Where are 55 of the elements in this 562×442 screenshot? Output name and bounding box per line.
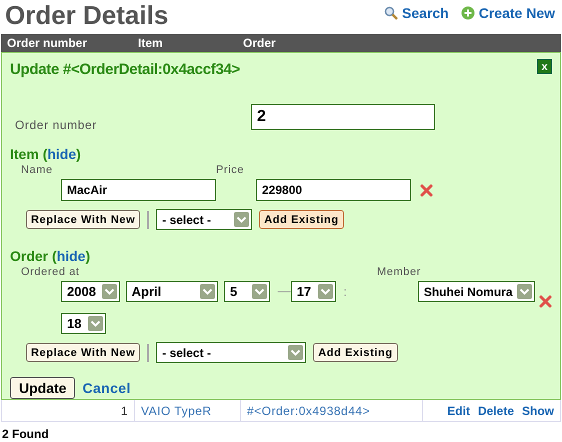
separator-dash: — [278,283,291,298]
action-link[interactable]: Show [522,404,554,418]
chevron-down-icon [200,284,215,299]
price-field[interactable]: 229800 [256,179,411,201]
column-header: Item [137,36,164,50]
chevron-down-icon [318,284,334,299]
name-field[interactable]: MacAir [61,179,216,201]
dropdown[interactable]: 5 [224,281,270,302]
replace-button[interactable]: Replace With New [26,210,140,229]
chevron-down-icon [88,316,103,331]
add-icon [460,6,475,20]
remove-icon[interactable] [539,295,552,308]
chevron-down-icon [252,284,267,299]
hide-link[interactable]: hide [47,146,76,162]
hide-link[interactable]: hide [56,248,86,264]
field-label: Ordered at [21,266,81,278]
item-link[interactable]: VAIO TypeR [135,400,241,421]
close-button[interactable]: x [537,59,552,74]
chevron-down-icon [102,284,117,299]
dropdown[interactable]: 17 [290,281,336,302]
field-label: Price [216,164,244,176]
add-existing-button[interactable]: Add Existing [259,210,344,229]
section-heading: Order (hide) [10,248,92,264]
create-link[interactable]: Create New [460,5,555,21]
result-count: 2 Found [2,427,50,441]
cancel-link[interactable]: Cancel [82,380,131,396]
update-button[interactable]: Update [10,377,76,399]
search-link[interactable]: Search [384,5,449,21]
field-label: Name [21,164,54,176]
action-link[interactable]: Delete [478,404,514,418]
dropdown[interactable]: - select - [156,342,306,363]
page-title: Order Details [5,0,168,30]
column-header: Order number [6,36,88,50]
dropdown[interactable]: - select - [156,209,252,230]
form-title: Update #<OrderDetail:0x4accf34> [10,61,240,78]
dropdown[interactable]: 18 [61,313,106,334]
section-heading: Item (hide) [10,146,82,162]
action-link[interactable]: Edit [447,404,470,418]
field-label: Order number [15,118,98,132]
field-label: Member [377,266,421,278]
order-link[interactable]: #<Order:0x4938d44> [241,400,423,421]
dropdown[interactable]: 2008 [61,281,120,302]
chevron-down-icon [517,284,532,299]
remove-icon[interactable] [420,184,433,196]
dropdown[interactable]: April [126,281,218,302]
order-number-field[interactable]: 2 [251,104,435,130]
time-colon: : [343,284,348,299]
dropdown[interactable]: Shuhei Nomura [418,281,536,302]
add-existing-button[interactable]: Add Existing [313,343,398,362]
replace-button[interactable]: Replace With New [26,343,140,362]
search-icon [384,6,398,20]
table-cell: 1 [2,400,135,421]
column-header: Order [242,36,277,50]
chevron-down-icon [234,212,250,227]
chevron-down-icon [288,345,304,360]
